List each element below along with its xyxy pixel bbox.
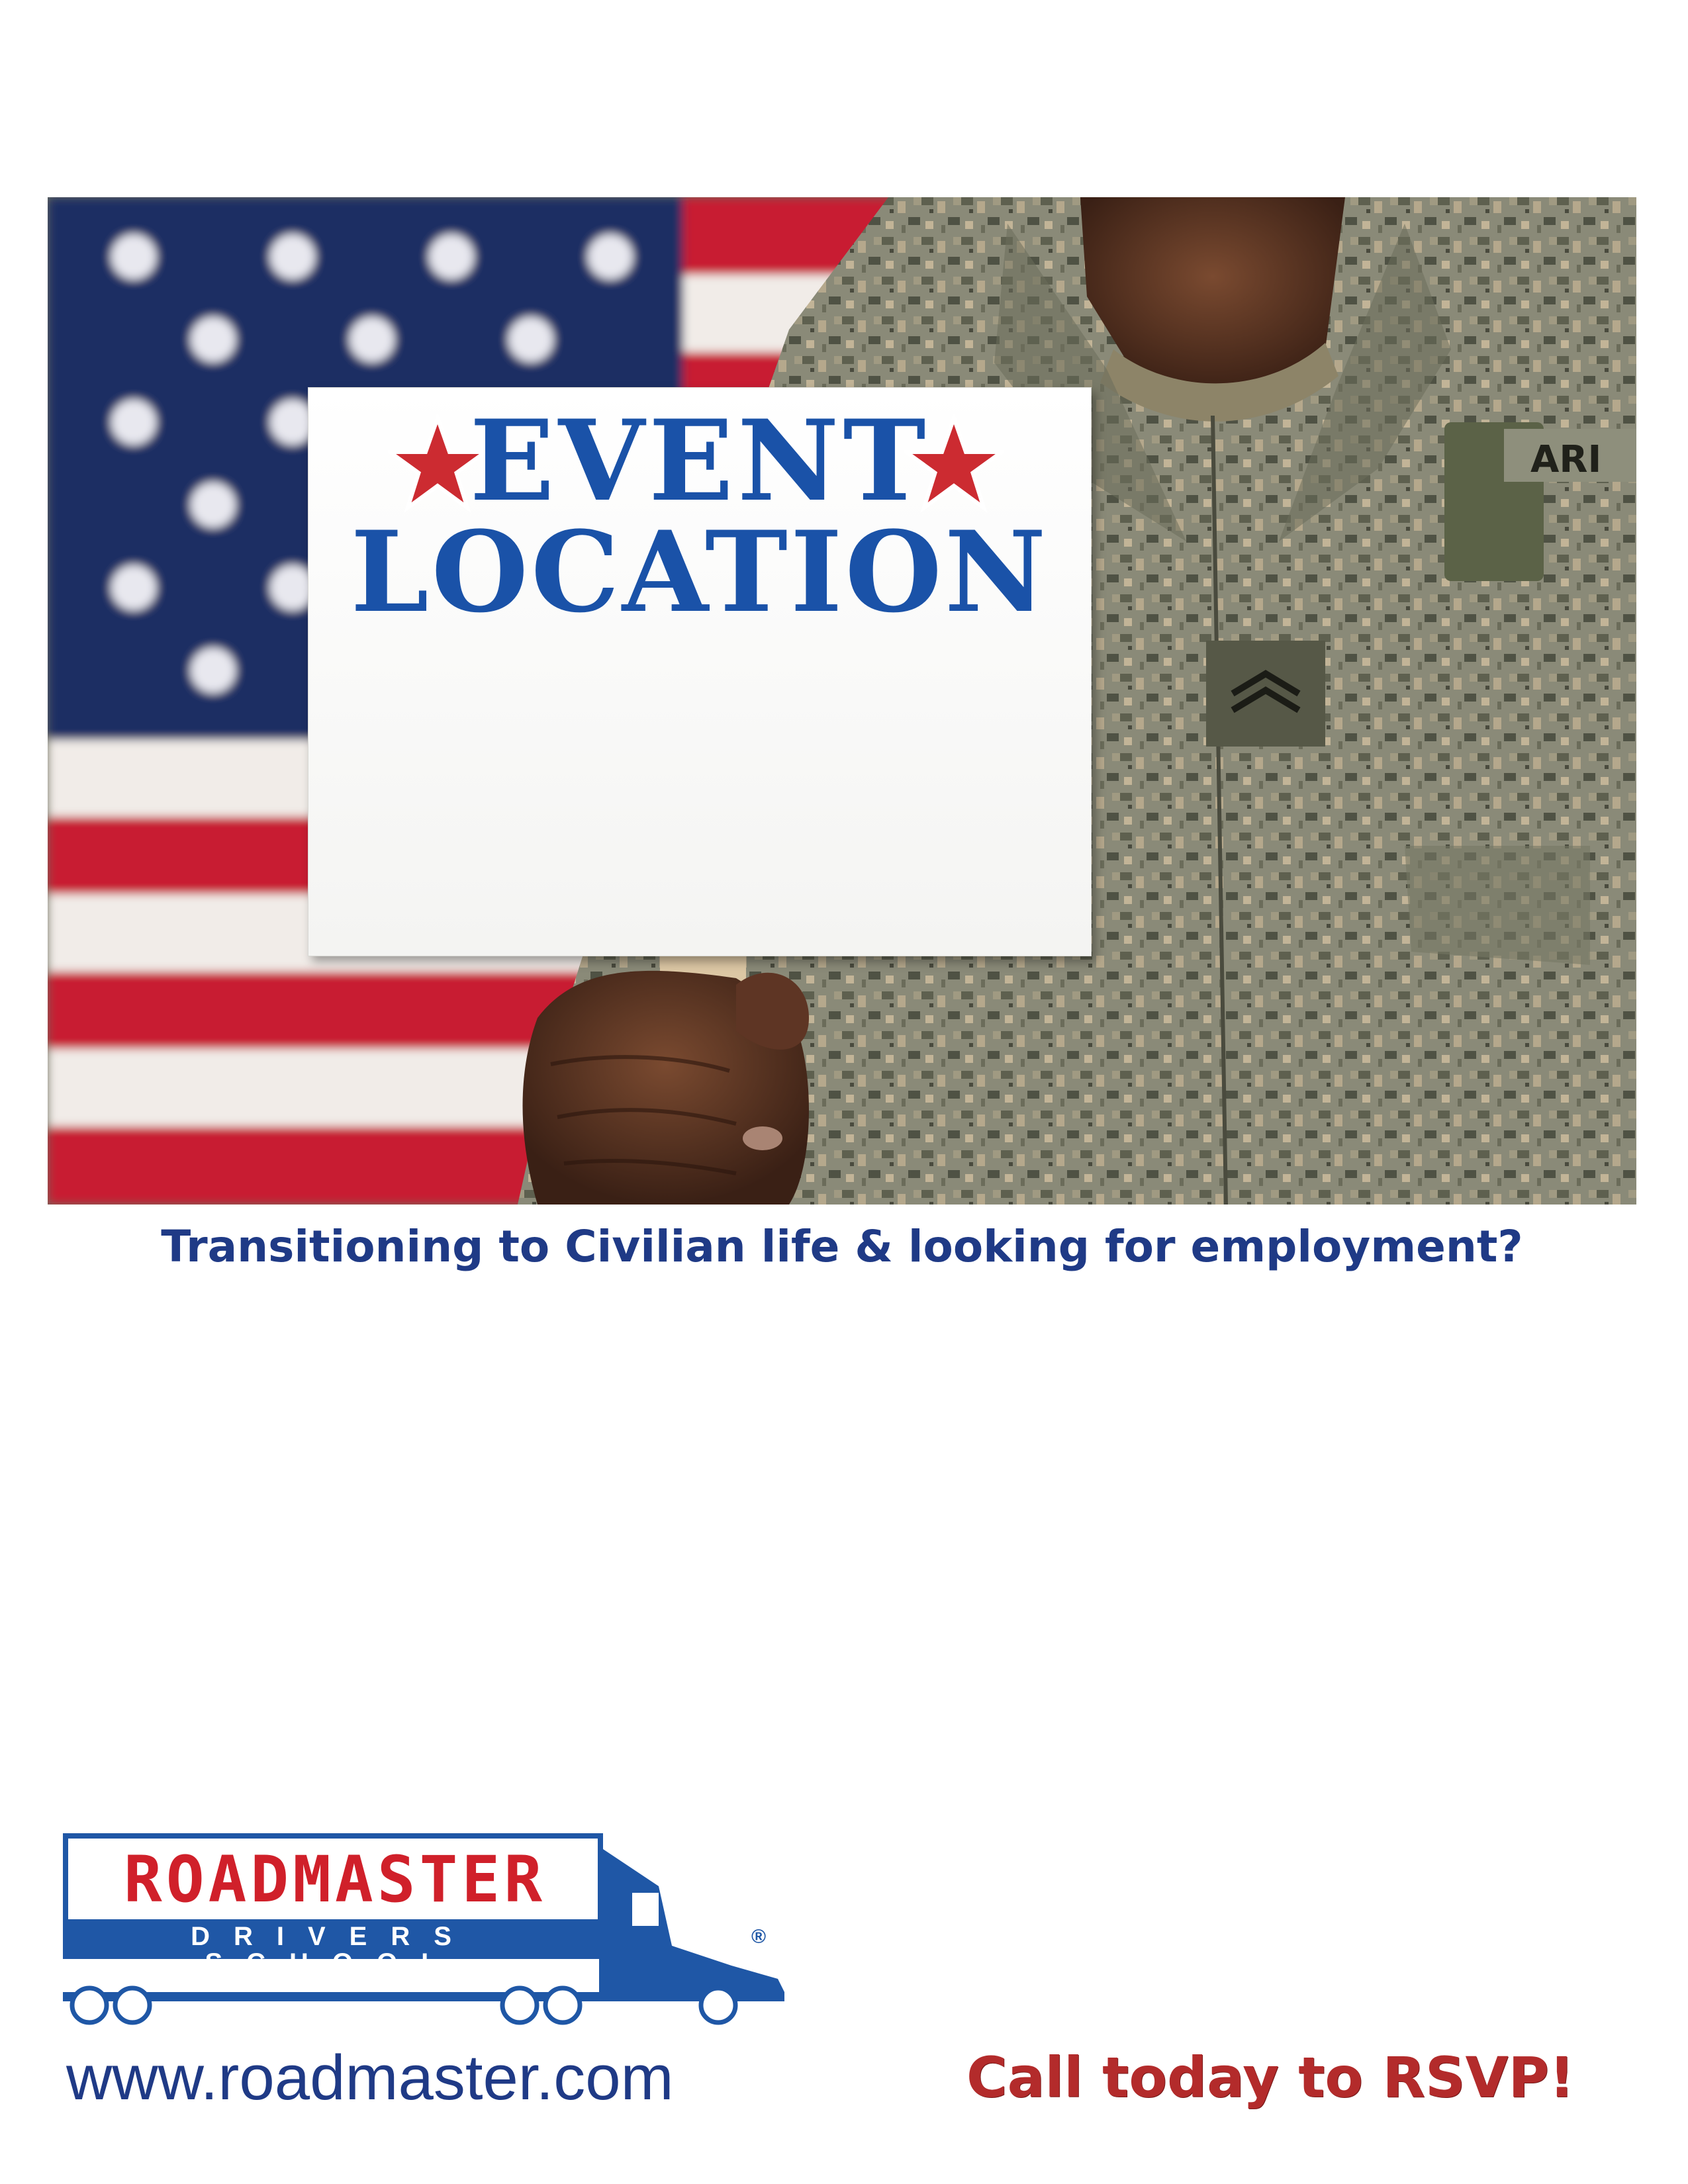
hero-photo: ARI EVENT LOCATION bbox=[48, 197, 1636, 1205]
logo-subtitle: DRIVERS SCHOOL bbox=[191, 1922, 475, 1978]
sign-heading-line2: LOCATION bbox=[350, 506, 1049, 637]
soldier-hand bbox=[522, 970, 809, 1205]
sign-heading: EVENT LOCATION bbox=[308, 405, 1091, 627]
sign-heading-line1: EVENT bbox=[469, 395, 930, 526]
tagline: Transitioning to Civilian life & looking… bbox=[161, 1221, 1523, 1272]
event-location-sign: EVENT LOCATION bbox=[308, 387, 1092, 956]
registered-mark: ® bbox=[751, 1926, 767, 1948]
uniform-tape-text: ARI bbox=[1530, 438, 1601, 481]
roadmaster-logo: ROADMASTER DRIVERS SCHOOL ® bbox=[63, 1833, 791, 2032]
call-to-action: Call today to RSVP! bbox=[966, 2045, 1575, 2110]
logo-brand: ROADMASTER bbox=[124, 1843, 546, 1917]
website-link[interactable]: www.roadmaster.com bbox=[66, 2042, 674, 2115]
